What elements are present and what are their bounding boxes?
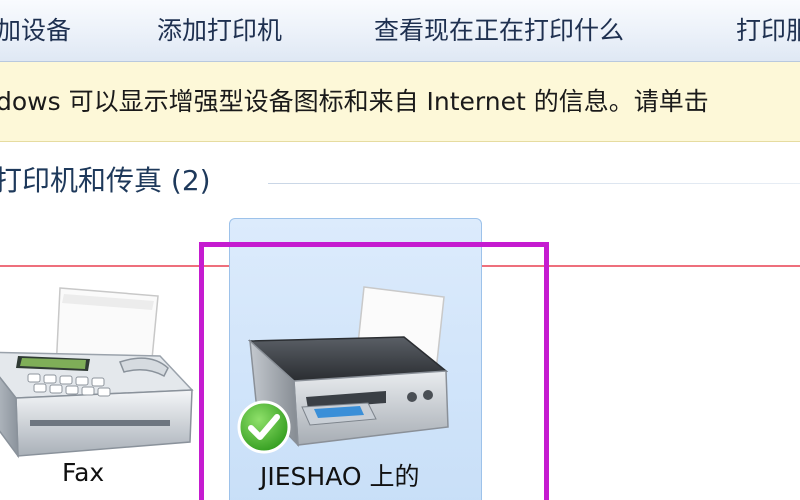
command-bar: 加设备 添加打印机 查看现在正在打印什么 打印服 xyxy=(0,0,800,62)
default-printer-checkmark-icon xyxy=(237,400,291,454)
group-divider xyxy=(268,183,800,184)
add-device-button[interactable]: 加设备 xyxy=(0,14,71,48)
device-label-jieshao: JIESHAO 上的 xyxy=(260,462,420,491)
info-bar[interactable]: dows 可以显示增强型设备图标和来自 Internet 的信息。请单击 xyxy=(0,62,800,142)
fax-machine-icon xyxy=(0,287,194,459)
see-whats-printing-button[interactable]: 查看现在正在打印什么 xyxy=(374,14,624,48)
add-printer-button[interactable]: 添加打印机 xyxy=(157,14,282,48)
print-server-properties-button[interactable]: 打印服 xyxy=(736,14,800,48)
device-label-fax: Fax xyxy=(62,458,105,487)
device-tile-fax[interactable]: Fax xyxy=(0,270,210,500)
group-header-printers-and-faxes[interactable]: 打印机和传真 (2) xyxy=(0,160,211,202)
info-bar-text: dows 可以显示增强型设备图标和来自 Internet 的信息。请单击 xyxy=(0,87,709,116)
device-tile-jieshao-printer[interactable]: JIESHAO 上的 xyxy=(229,218,482,500)
